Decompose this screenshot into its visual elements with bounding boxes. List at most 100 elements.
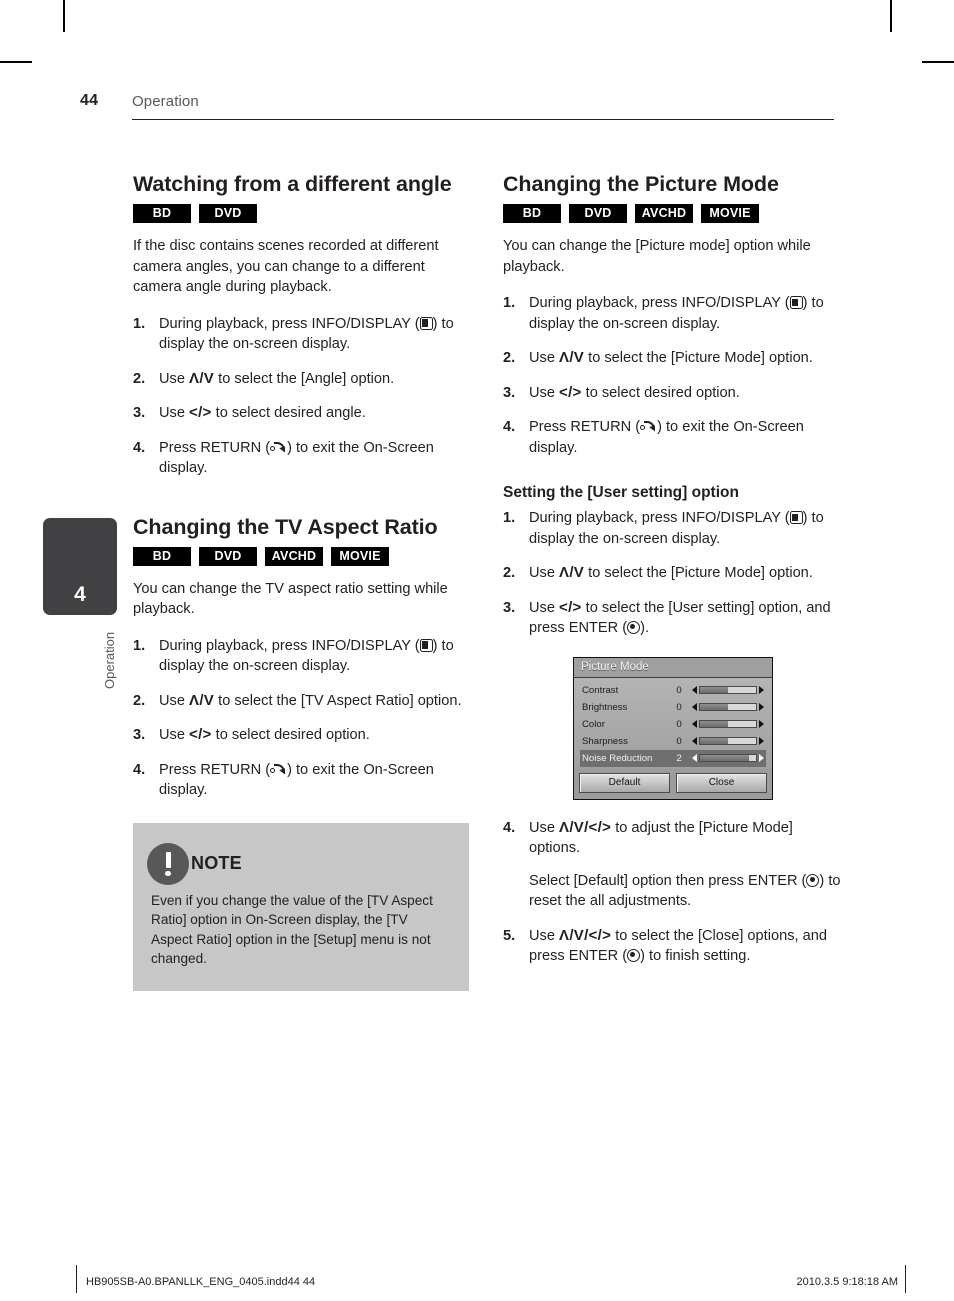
chapter-tab: 4	[43, 518, 117, 615]
osd-row-slider[interactable]	[692, 703, 764, 711]
step-text: Use	[159, 405, 190, 421]
step-item: 1. During playback, press INFO/DISPLAY ()…	[503, 508, 843, 549]
osd-rows: Contrast 0 Brightness 0 Color 0 Sharpnes…	[574, 677, 772, 769]
osd-row-sharpness[interactable]: Sharpness 0	[580, 733, 766, 750]
osd-row-slider[interactable]	[692, 754, 764, 762]
step-text-tail: to select the [Picture Mode] option.	[584, 350, 813, 366]
badge-dvd: DVD	[569, 204, 627, 223]
step-text-tail: to select desired option.	[581, 384, 740, 401]
return-icon	[640, 421, 657, 433]
step-text: During playback, press INFO/DISPLAY (	[159, 637, 420, 654]
step-number: 2.	[133, 692, 146, 709]
steps-tv-aspect-ratio: 1. During playback, press INFO/DISPLAY ()…	[133, 636, 473, 801]
step-text: During playback, press INFO/DISPLAY (	[529, 295, 790, 311]
osd-row-label: Noise Reduction	[582, 752, 653, 764]
arrow-keys-label: </>	[189, 726, 212, 743]
step-text: Use	[529, 384, 560, 401]
arrow-keys-label: Λ/V	[189, 369, 215, 387]
osd-row-noise-reduction[interactable]: Noise Reduction 2	[580, 749, 766, 767]
step-item: 4. Use Λ/V/</> to adjust the [Picture Mod…	[503, 818, 843, 912]
step-text: Use	[159, 692, 190, 709]
header-title: Operation	[132, 93, 199, 110]
arrow-keys-label: Λ/V	[189, 691, 215, 709]
badge-dvd: DVD	[199, 546, 257, 566]
step-number: 1.	[503, 510, 516, 526]
step-item: 2. Use Λ/V to select the [Picture Mode] o…	[503, 563, 843, 584]
return-icon	[270, 441, 287, 454]
note-label: NOTE	[191, 853, 242, 873]
osd-row-label: Contrast	[582, 684, 619, 696]
step-number: 2.	[503, 565, 516, 581]
osd-row-value: 0	[676, 718, 682, 730]
right-arrow-icon[interactable]	[759, 737, 764, 745]
right-arrow-icon[interactable]	[759, 754, 764, 762]
step-number: 3.	[133, 405, 146, 421]
step-item: 1. During playback, press INFO/DISPLAY ()…	[133, 314, 473, 355]
badge-group-picture-mode: BD DVD AVCHD MOVIE	[503, 204, 843, 223]
osd-row-slider[interactable]	[692, 686, 764, 694]
exclamation-icon	[147, 842, 189, 885]
step-number: 3.	[133, 727, 146, 743]
step-text-end: ) to finish setting.	[640, 948, 751, 964]
default-button[interactable]: Default	[579, 772, 670, 793]
slider-track[interactable]	[699, 720, 757, 728]
step-number: 1.	[133, 315, 146, 332]
osd-row-value: 2	[676, 752, 682, 764]
badge-movie: MOVIE	[701, 204, 759, 223]
step-item: 2. Use Λ/V to select the [Angle] option.	[133, 369, 473, 390]
picture-mode-osd-screenshot: Picture Mode Contrast 0 Brightness 0 Col…	[503, 656, 843, 800]
step-extra-text: Select [Default] option then press ENTER…	[529, 871, 843, 912]
step-number: 4.	[503, 819, 516, 836]
info-display-icon	[789, 511, 803, 524]
slider-track[interactable]	[699, 686, 757, 694]
slider-track[interactable]	[699, 703, 757, 711]
badge-dvd: DVD	[199, 204, 257, 223]
crop-mark-top-left-vertical	[63, 0, 65, 32]
left-arrow-icon[interactable]	[692, 686, 697, 694]
osd-row-label: Brightness	[582, 701, 628, 713]
slider-track[interactable]	[699, 737, 757, 745]
step-item: 3. Use </> to select the [User setting] o…	[503, 598, 843, 639]
osd-row-value: 0	[676, 701, 682, 713]
left-arrow-icon[interactable]	[692, 703, 697, 711]
step-item: 2. Use Λ/V to select the [Picture Mode] o…	[503, 348, 843, 369]
left-arrow-icon[interactable]	[692, 754, 697, 762]
osd-row-contrast[interactable]: Contrast 0	[580, 682, 766, 699]
crop-mark-top-left-horizontal	[0, 61, 32, 63]
steps-user-setting-continued: 4. Use Λ/V/</> to adjust the [Picture Mod…	[503, 818, 843, 967]
section-intro-picture-mode: You can change the [Picture mode] option…	[503, 238, 811, 275]
step-text: During playback, press INFO/DISPLAY (	[159, 315, 420, 332]
close-button[interactable]: Close	[676, 772, 767, 793]
step-text: Use	[529, 350, 560, 366]
step-number: 5.	[503, 927, 516, 944]
step-item: 3. Use </> to select desired angle.	[133, 403, 473, 424]
step-text: Use	[159, 370, 190, 387]
osd-row-slider[interactable]	[692, 737, 764, 745]
right-arrow-icon[interactable]	[759, 686, 764, 694]
right-arrow-icon[interactable]	[759, 703, 764, 711]
badge-group-tv-aspect-ratio: BD DVD AVCHD MOVIE	[133, 546, 473, 566]
info-display-icon	[789, 296, 803, 309]
osd-dialog: Picture Mode Contrast 0 Brightness 0 Col…	[573, 656, 773, 800]
step-text: Use	[529, 599, 560, 616]
crop-mark-top-right-horizontal	[922, 61, 954, 63]
osd-row-color[interactable]: Color 0	[580, 716, 766, 733]
slider-track[interactable]	[699, 754, 757, 762]
footer-rule-left	[76, 1265, 77, 1293]
step-text-tail: to select the [Picture Mode] option.	[584, 565, 813, 581]
step-number: 3.	[503, 384, 516, 401]
step-number: 1.	[503, 295, 516, 311]
page-number: 44	[80, 92, 99, 109]
chapter-label: Operation	[102, 631, 117, 689]
left-arrow-icon[interactable]	[692, 720, 697, 728]
step-item: 4. Press RETURN () to exit the On-Screen …	[133, 438, 473, 479]
osd-row-brightness[interactable]: Brightness 0	[580, 699, 766, 716]
footer-filename: HB905SB-A0.BPANLLK_ENG_0405.indd44 44	[86, 1276, 316, 1288]
left-arrow-icon[interactable]	[692, 737, 697, 745]
step-text-tail: to select the [TV Aspect Ratio] option.	[214, 692, 462, 709]
osd-row-slider[interactable]	[692, 720, 764, 728]
info-display-icon	[419, 638, 433, 652]
right-arrow-icon[interactable]	[759, 720, 764, 728]
step-item: 2. Use Λ/V to select the [TV Aspect Ratio…	[133, 691, 473, 712]
step-text: Use	[529, 565, 560, 581]
